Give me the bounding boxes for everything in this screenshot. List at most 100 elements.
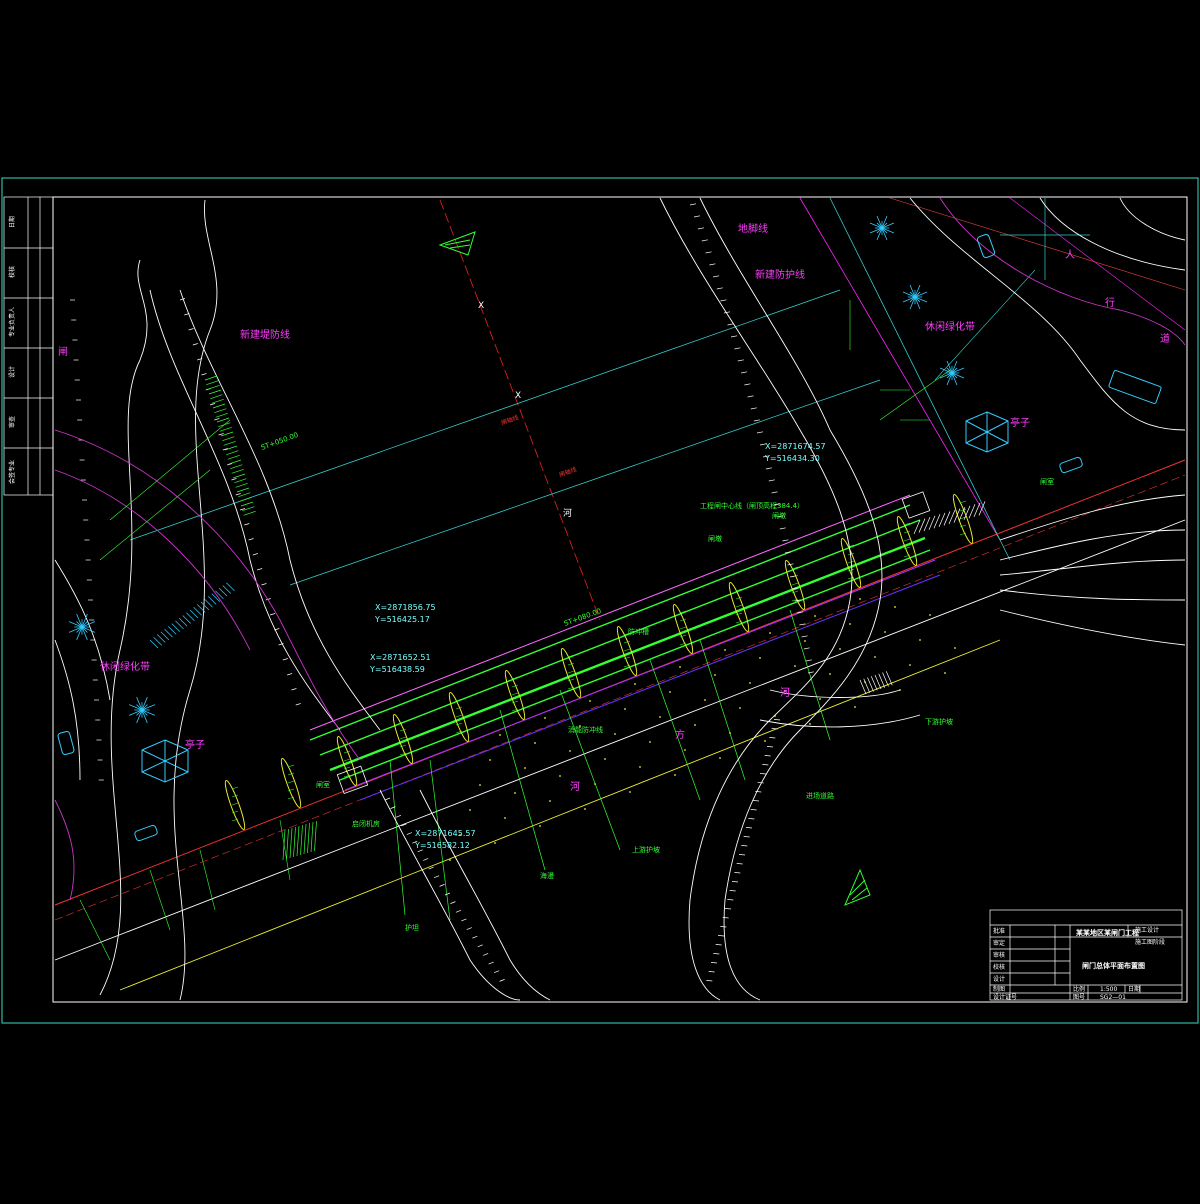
- stair-tread: [296, 825, 300, 857]
- apron-dot: [929, 614, 931, 616]
- gate-pier: [280, 758, 302, 808]
- bank-tick: [773, 719, 781, 721]
- bank-tick: [439, 884, 445, 887]
- pier-hatch: [343, 758, 351, 762]
- sidebar-row: 校核: [8, 266, 16, 278]
- bank-tick: [395, 814, 402, 818]
- stair-tread: [210, 394, 223, 399]
- outer-frame: [1, 177, 1199, 1024]
- stair-tread: [218, 587, 228, 597]
- apron-dot: [769, 632, 771, 634]
- bank-tick: [188, 328, 194, 331]
- callout-bottom4: 防冲槽: [628, 627, 649, 636]
- bank-tick: [747, 395, 754, 398]
- river-banks: [54, 197, 1186, 1001]
- bank-tick: [753, 419, 760, 422]
- label-bank-protection: 新建防护线: [755, 268, 805, 281]
- bank-tick: [697, 227, 704, 230]
- bank-tick: [417, 849, 423, 853]
- bank-tick: [722, 917, 729, 919]
- stair-tread: [212, 403, 226, 409]
- stair-tread: [238, 492, 251, 497]
- bank-tick: [477, 944, 483, 948]
- callout-pier1: 闸墩: [708, 534, 722, 543]
- stair-tread: [227, 455, 240, 460]
- bank-tick: [483, 953, 489, 956]
- bank-tick: [291, 688, 297, 691]
- bank-tick: [450, 901, 456, 904]
- pier-hatch: [399, 736, 407, 740]
- bank-tick: [768, 479, 775, 482]
- stair-tread: [207, 596, 217, 605]
- bank-tick: [731, 881, 739, 883]
- apron-dot: [809, 723, 811, 725]
- stair-tread: [236, 487, 250, 493]
- pavilion-right: [965, 411, 1009, 453]
- apron-dot: [524, 767, 526, 769]
- bank-tick: [727, 323, 734, 326]
- bank-tick: [209, 403, 216, 406]
- bank-tick: [269, 613, 276, 616]
- bank-tick: [756, 431, 764, 434]
- pier-hatch: [903, 538, 911, 542]
- gate-pier: [224, 780, 246, 830]
- label-green-belt-left: 休闲绿化带: [100, 660, 150, 673]
- label-road-2: 行: [1105, 296, 1115, 309]
- label-top-slope: 新建堤防线: [240, 328, 290, 341]
- apron-dot: [659, 716, 661, 718]
- bank-tick: [759, 773, 767, 775]
- bank-tick: [705, 251, 712, 254]
- label-road-1: 人: [1065, 249, 1075, 261]
- stair-tread: [186, 612, 195, 621]
- drawing-canvas: 日期 校核 专业负责人 设计 审查 会签专业 闸 休闲绿化带 亭子 亭子 休闲绿…: [1, 177, 1199, 1024]
- stair-tread: [222, 436, 235, 441]
- apron-dot: [839, 648, 841, 650]
- bank-tick: [730, 335, 738, 338]
- role: 审核: [993, 951, 1005, 959]
- axis-mark-2: X: [515, 391, 521, 401]
- callout-gate-note: 工程闸中心线（闸顶高程384.4）: [700, 501, 804, 510]
- bank-tick: [693, 215, 701, 218]
- title-stage-a: 施工设计: [1135, 926, 1159, 934]
- stair-tread: [208, 389, 222, 395]
- bank-tick: [252, 553, 258, 556]
- sidebar-row: 日期: [8, 216, 16, 228]
- bank-tick: [709, 263, 716, 266]
- stair-tread: [214, 408, 227, 413]
- bank-tick: [741, 371, 748, 374]
- stair-tread: [219, 427, 232, 432]
- label-river-2: 方: [675, 728, 685, 741]
- bank-tick: [724, 908, 732, 910]
- title-scale-label: 比例: [1073, 985, 1085, 993]
- stair-tread: [182, 615, 191, 624]
- stair-tread: [149, 639, 159, 649]
- label-pavilion-right: 亭子: [1010, 416, 1030, 429]
- pier-hatch: [231, 802, 239, 806]
- role: 审定: [993, 939, 1005, 947]
- bank-tick: [444, 892, 451, 896]
- apron-dot: [719, 757, 721, 759]
- apron-dot: [469, 809, 471, 811]
- bank-tick: [720, 299, 727, 302]
- stair-tread: [235, 483, 248, 488]
- coordinate-c3: X=2871645.57 Y=516582.12: [414, 829, 476, 850]
- bank-tick: [493, 970, 500, 974]
- pier-hatch: [455, 714, 463, 718]
- bank-tick: [744, 383, 751, 386]
- apron-dot: [884, 631, 886, 633]
- bank-tick: [782, 539, 789, 542]
- bank-tick: [282, 658, 288, 661]
- coord-y: Y=516434.30: [764, 454, 820, 463]
- callout-green-right: 下游护坡: [925, 717, 953, 726]
- north-arrow-top: [438, 231, 476, 256]
- stair-tread: [240, 501, 254, 507]
- role: 设计: [993, 975, 1005, 983]
- trees: [68, 215, 965, 724]
- apron-dot: [849, 623, 851, 625]
- bank-tick: [231, 478, 237, 481]
- bank-tick: [750, 809, 757, 811]
- apron-dot: [819, 698, 821, 700]
- apron-dot: [549, 800, 551, 802]
- callout-top-bank: ST+050.00: [260, 431, 299, 452]
- apron-dot: [854, 706, 856, 708]
